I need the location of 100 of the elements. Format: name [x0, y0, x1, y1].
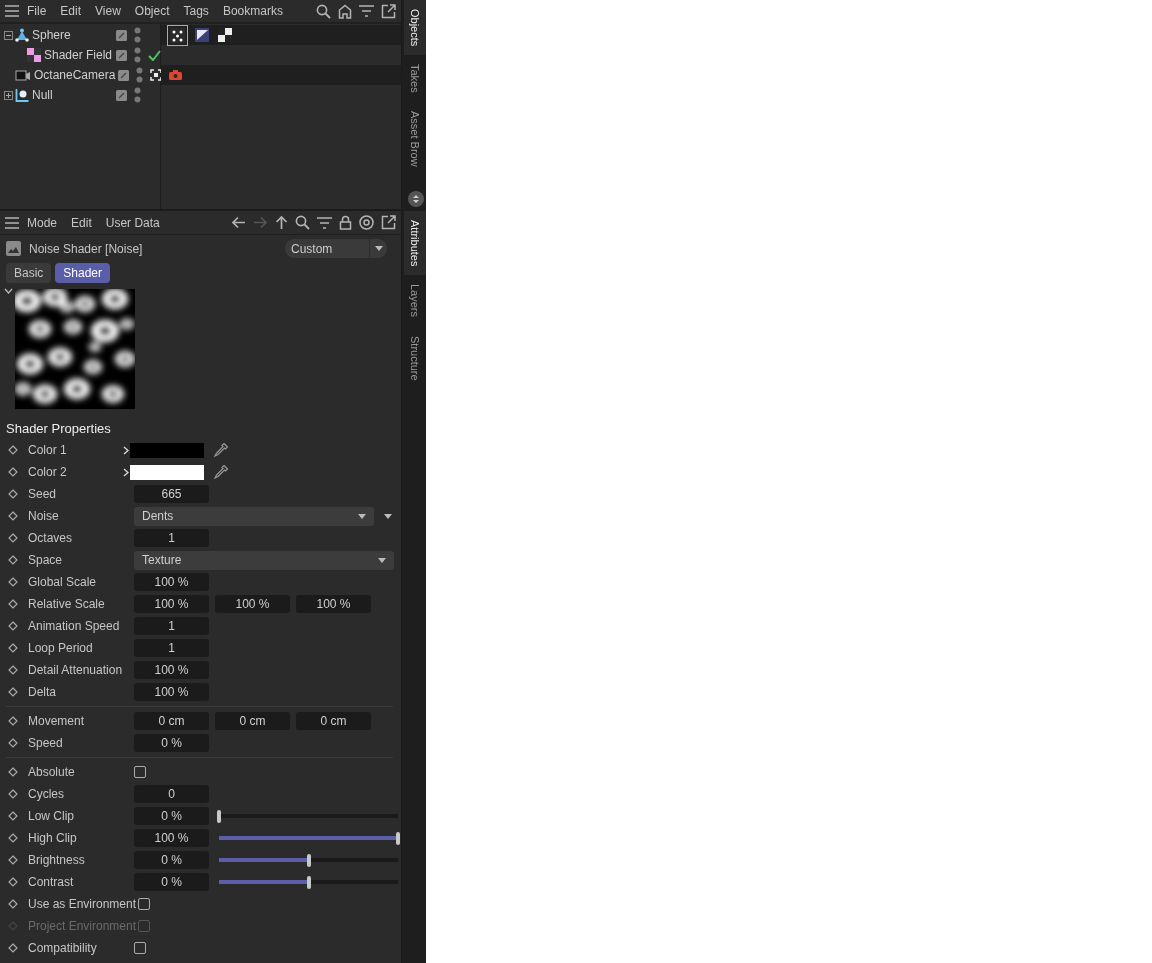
filter-icon[interactable] [358, 3, 375, 19]
number-field[interactable]: 1 [134, 617, 209, 635]
slider-thumb[interactable] [306, 875, 311, 889]
keyframe-diamond-icon[interactable] [8, 445, 18, 455]
menu-item[interactable]: Mode [20, 211, 65, 234]
search-icon[interactable] [294, 213, 311, 232]
number-field[interactable]: 665 [134, 485, 209, 503]
number-field[interactable]: 0 % [134, 734, 209, 752]
keyframe-diamond-icon[interactable] [8, 789, 18, 799]
menu-icon[interactable] [4, 3, 20, 19]
color-swatch[interactable] [130, 442, 204, 458]
slider-thumb[interactable] [306, 853, 311, 867]
layer-icon[interactable] [116, 29, 127, 41]
checkbox[interactable] [134, 766, 146, 778]
keyframe-diamond-icon[interactable] [8, 621, 18, 631]
preset-dropdown[interactable]: Custom [285, 239, 387, 258]
caret-icon[interactable] [384, 513, 392, 519]
collapse-icon[interactable] [3, 30, 13, 40]
keyframe-diamond-icon[interactable] [8, 577, 18, 587]
layer-icon[interactable] [118, 69, 129, 81]
side-tab[interactable]: Asset Brow [404, 102, 426, 176]
number-field[interactable]: 0 % [134, 873, 209, 891]
side-tab[interactable]: Attributes [404, 211, 426, 276]
chevron-icon[interactable] [123, 467, 129, 477]
points-tag-icon[interactable] [167, 24, 188, 46]
menu-item[interactable]: View [88, 0, 128, 22]
chevron-down-icon[interactable] [4, 288, 13, 294]
number-field[interactable]: 100 % [296, 595, 371, 613]
number-field[interactable]: 0 [134, 785, 209, 803]
visibility-dots-icon[interactable] [134, 26, 141, 44]
camera-tag-icon[interactable] [167, 68, 184, 82]
up-arrow-icon[interactable] [274, 213, 289, 232]
object-name[interactable]: Shader Field [44, 48, 116, 62]
number-field[interactable]: 0 cm [215, 712, 290, 730]
side-tab[interactable]: Layers [404, 275, 426, 327]
object-name[interactable]: Null [32, 88, 116, 102]
menu-item[interactable]: Edit [53, 0, 89, 22]
tab[interactable]: Basic [6, 263, 52, 283]
keyframe-diamond-icon[interactable] [8, 489, 18, 499]
keyframe-diamond-icon[interactable] [8, 943, 18, 953]
chevron-icon[interactable] [123, 445, 129, 455]
eyedropper-icon[interactable] [213, 442, 229, 458]
number-field[interactable]: 0 cm [296, 712, 371, 730]
number-field[interactable]: 1 [134, 529, 209, 547]
menu-item[interactable]: Tags [176, 0, 216, 22]
menu-item[interactable]: Object [127, 0, 177, 22]
number-field[interactable]: 100 % [134, 595, 209, 613]
check-icon[interactable] [147, 49, 161, 61]
menu-icon[interactable] [4, 214, 20, 231]
checkbox[interactable] [138, 898, 151, 910]
back-arrow-icon[interactable] [230, 214, 247, 231]
keyframe-diamond-icon[interactable] [8, 555, 18, 565]
number-field[interactable]: 100 % [215, 595, 290, 613]
dropdown[interactable]: Texture [134, 550, 394, 570]
color-swatch[interactable] [130, 464, 204, 480]
keyframe-diamond-icon[interactable] [8, 467, 18, 477]
side-tab[interactable]: Takes [404, 55, 426, 103]
slider-thumb[interactable] [217, 809, 221, 823]
keyframe-diamond-icon[interactable] [8, 811, 18, 821]
keyframe-diamond-icon[interactable] [8, 687, 18, 697]
lock-icon[interactable] [338, 213, 353, 232]
number-field[interactable]: 1 [134, 639, 209, 657]
keyframe-diamond-icon[interactable] [8, 738, 18, 748]
menu-item[interactable]: Bookmarks [215, 0, 290, 22]
keyframe-diamond-icon[interactable] [8, 855, 18, 865]
tab[interactable]: Shader [55, 263, 111, 283]
menu-item[interactable]: User Data [98, 211, 167, 234]
keyframe-diamond-icon[interactable] [8, 665, 18, 675]
keyframe-diamond-icon[interactable] [8, 899, 18, 909]
scroll-handle-icon[interactable] [406, 191, 426, 207]
checkbox[interactable] [134, 942, 146, 954]
visibility-dots-icon[interactable] [134, 86, 141, 104]
side-tab[interactable]: Objects [404, 0, 426, 56]
external-window-icon[interactable] [380, 213, 397, 232]
menu-item[interactable]: File [20, 0, 54, 22]
number-field[interactable]: 100 % [134, 683, 209, 701]
keyframe-diamond-icon[interactable] [8, 511, 18, 521]
filter-icon[interactable] [316, 214, 333, 231]
number-field[interactable]: 0 % [134, 807, 209, 825]
number-field[interactable]: 100 % [134, 661, 209, 679]
focus-icon[interactable] [150, 69, 162, 81]
side-tab[interactable]: Structure [404, 326, 426, 390]
external-window-icon[interactable] [380, 1, 397, 21]
expand-icon[interactable] [3, 90, 13, 100]
number-field[interactable]: 100 % [134, 573, 209, 591]
slider-thumb[interactable] [396, 831, 400, 845]
keyframe-diamond-icon[interactable] [8, 643, 18, 653]
menu-item[interactable]: Edit [64, 211, 99, 234]
visibility-dots-icon[interactable] [134, 46, 141, 64]
keyframe-diamond-icon[interactable] [8, 877, 18, 887]
object-name[interactable]: Sphere [32, 28, 116, 42]
keyframe-diamond-icon[interactable] [8, 533, 18, 543]
number-field[interactable]: 0 % [134, 851, 209, 869]
keyframe-diamond-icon[interactable] [8, 833, 18, 843]
keyframe-diamond-icon[interactable] [8, 767, 18, 777]
visibility-dots-icon[interactable] [136, 66, 143, 84]
target-icon[interactable] [358, 213, 375, 232]
keyframe-diamond-icon[interactable] [8, 716, 18, 726]
object-name[interactable]: OctaneCamera [34, 68, 118, 82]
eyedropper-icon[interactable] [213, 464, 229, 480]
